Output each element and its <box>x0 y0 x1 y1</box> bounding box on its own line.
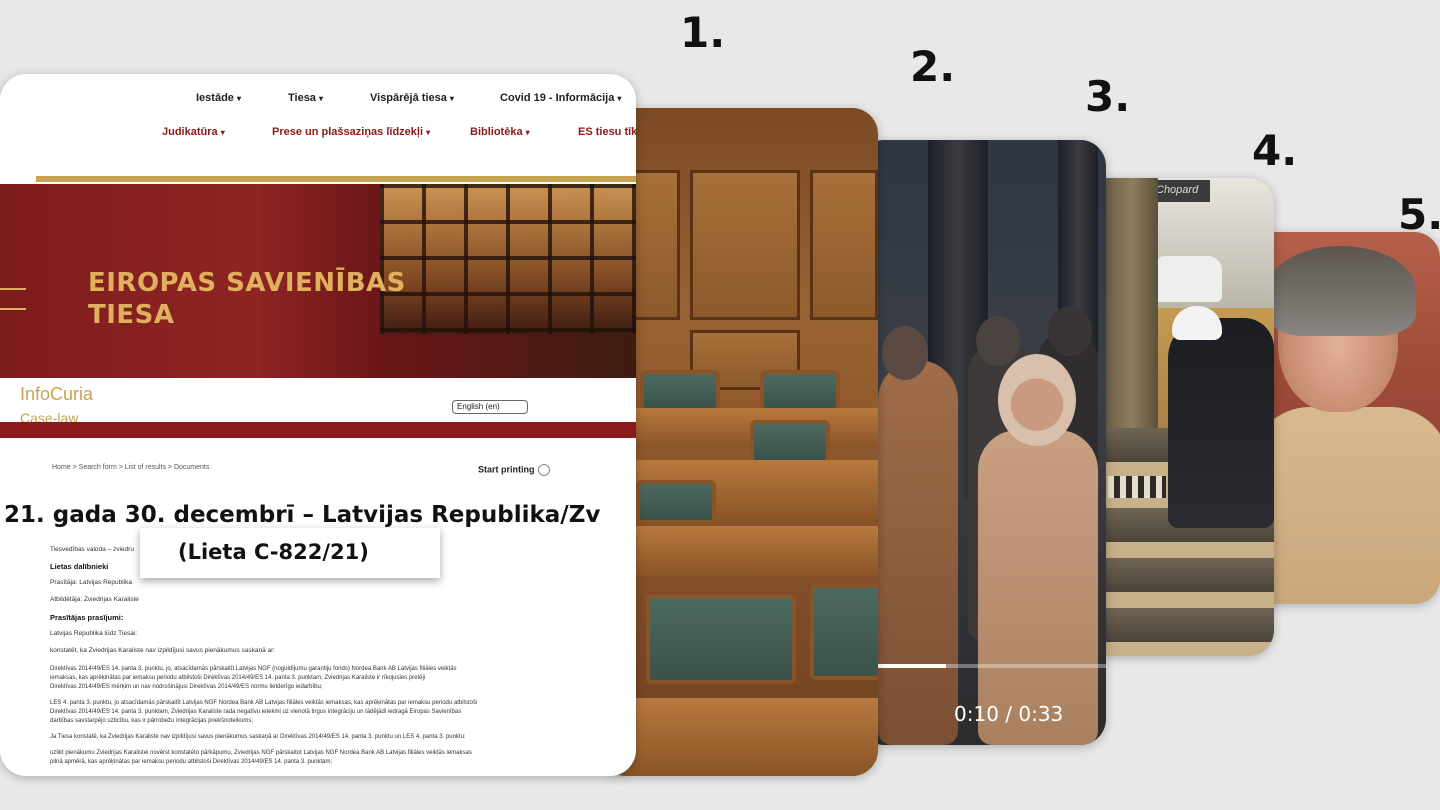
video-progress-bar[interactable] <box>878 664 1106 668</box>
video-time-display: 0:10 / 0:33 <box>954 702 1064 726</box>
chess-board <box>1108 476 1166 498</box>
banner-title-line2: TIESA <box>88 300 175 330</box>
case-number-callout: (Lieta C-822/21) <box>140 528 440 578</box>
print-icon <box>537 464 550 476</box>
desk-row <box>600 526 878 576</box>
gold-divider <box>36 176 636 182</box>
doc-line: konstatēt, ka Zviedrijas Karaliste nav i… <box>50 647 276 654</box>
portrait-shirt <box>1250 407 1440 604</box>
tree-trunk <box>1106 178 1158 438</box>
start-printing-link[interactable]: Start printing <box>478 464 550 476</box>
card-chess-park-photo[interactable]: Chopard <box>1080 178 1274 656</box>
breadcrumb[interactable]: Home > Search form > List of results > D… <box>52 464 209 471</box>
doc-line: Latvijas Republika lūdz Tiesai: <box>50 630 138 637</box>
wood-panel <box>690 170 800 320</box>
doc-line: Ja Tiesa konstatē, ka Zviedrijas Karalis… <box>50 734 466 740</box>
seat <box>810 584 878 680</box>
doc-line: Prasītāja: Latvijas Republika <box>50 579 133 586</box>
card-parliament-hall-photo[interactable] <box>600 108 878 776</box>
doc-line: Atbildētāja: Zviedrijas Karaliste <box>50 596 139 603</box>
banner-rule <box>0 308 26 310</box>
doc-line: Lietas dalībnieki <box>50 562 109 571</box>
doc-line: Prasītājas prasījumi: <box>50 613 124 622</box>
doc-line: Direktīvas 2014/49/ES mērķim un nav nodr… <box>50 684 323 690</box>
desk-row <box>600 698 878 776</box>
step-number-2: 2. <box>910 42 956 91</box>
doc-line: darbības savstarpējo uzticību, kas ir pā… <box>50 718 254 724</box>
doc-line: Direktīvas 2014/49/ES 14. panta 3. punkt… <box>50 709 462 715</box>
step-number-4: 4. <box>1252 126 1298 175</box>
doc-line: pilnā apmērā, kas aprēķinātas par iemaks… <box>50 759 333 765</box>
language-select[interactable]: English (en) <box>452 400 528 414</box>
document-heading: 21. gada 30. decembrī – Latvijas Republi… <box>4 502 601 528</box>
doc-line: Direktīvas 2014/49/ES 14. panta 3. punkt… <box>50 666 457 672</box>
court-banner: EIROPAS SAVIENĪBAS TIESA <box>0 184 636 378</box>
nav-item-visparja-tiesa[interactable]: Vispārējā tiesa ▾ <box>370 92 454 104</box>
seat <box>750 420 830 464</box>
seat <box>646 594 796 684</box>
seat <box>636 480 716 524</box>
top-nav: Iestāde ▾ Tiesa ▾ Vispārējā tiesa ▾ Covi… <box>0 92 636 108</box>
banner-rule <box>0 288 26 290</box>
portrait-hair <box>1266 246 1416 336</box>
doc-line: iemaksas, kas aprēķinātas par iemaksu pe… <box>50 675 426 681</box>
nav-item-judikatura[interactable]: Judikatūra ▾ <box>162 126 225 138</box>
nav-item-iestade[interactable]: Iestāde ▾ <box>196 92 241 104</box>
video-progress-fill <box>878 664 947 668</box>
person-center-hood <box>998 354 1076 446</box>
person-background-head <box>976 316 1020 366</box>
banner-window-image <box>380 184 636 334</box>
chess-player <box>1168 318 1274 528</box>
nav-item-biblioteka[interactable]: Bibliotēka ▾ <box>470 126 530 138</box>
person-background-head <box>1048 306 1092 356</box>
bench <box>1080 608 1274 642</box>
person-left <box>878 360 958 745</box>
person-left-head <box>882 326 928 380</box>
desk-row <box>600 408 878 448</box>
red-band <box>0 422 636 438</box>
secondary-nav: Judikatūra ▾ Prese un plašsaziņas līdzek… <box>0 126 636 142</box>
banner-title-line1: EIROPAS SAVIENĪBAS <box>88 268 406 298</box>
step-number-1: 1. <box>680 8 726 57</box>
wood-panel <box>810 170 878 320</box>
card-infocuria-document[interactable]: Iestāde ▾ Tiesa ▾ Vispārējā tiesa ▾ Covi… <box>0 74 636 776</box>
doc-line: LES 4. panta 3. punktu, jo atsacīdamās p… <box>50 700 478 706</box>
bench <box>1080 558 1274 592</box>
parked-car <box>1152 256 1222 302</box>
card-video-player[interactable]: 0:10 / 0:33 <box>858 140 1106 745</box>
nav-item-covid[interactable]: Covid 19 - Informācija ▾ <box>500 92 621 104</box>
nav-item-prese[interactable]: Prese un plašsaziņas līdzekļi ▾ <box>272 126 430 138</box>
step-number-3: 3. <box>1085 72 1131 121</box>
infocuria-logo-text: InfoCuria <box>20 384 94 404</box>
doc-line: uzlikt pienākumu Zviedrijas Karalistei n… <box>50 750 472 756</box>
doc-line: Tiesvedības valoda – zviedru <box>50 546 134 553</box>
nav-item-es-tiesu[interactable]: ES tiesu tīk <box>578 126 636 138</box>
nav-item-tiesa[interactable]: Tiesa ▾ <box>288 92 323 104</box>
shop-sign: Chopard <box>1150 180 1210 202</box>
person-center-coat <box>978 430 1098 745</box>
